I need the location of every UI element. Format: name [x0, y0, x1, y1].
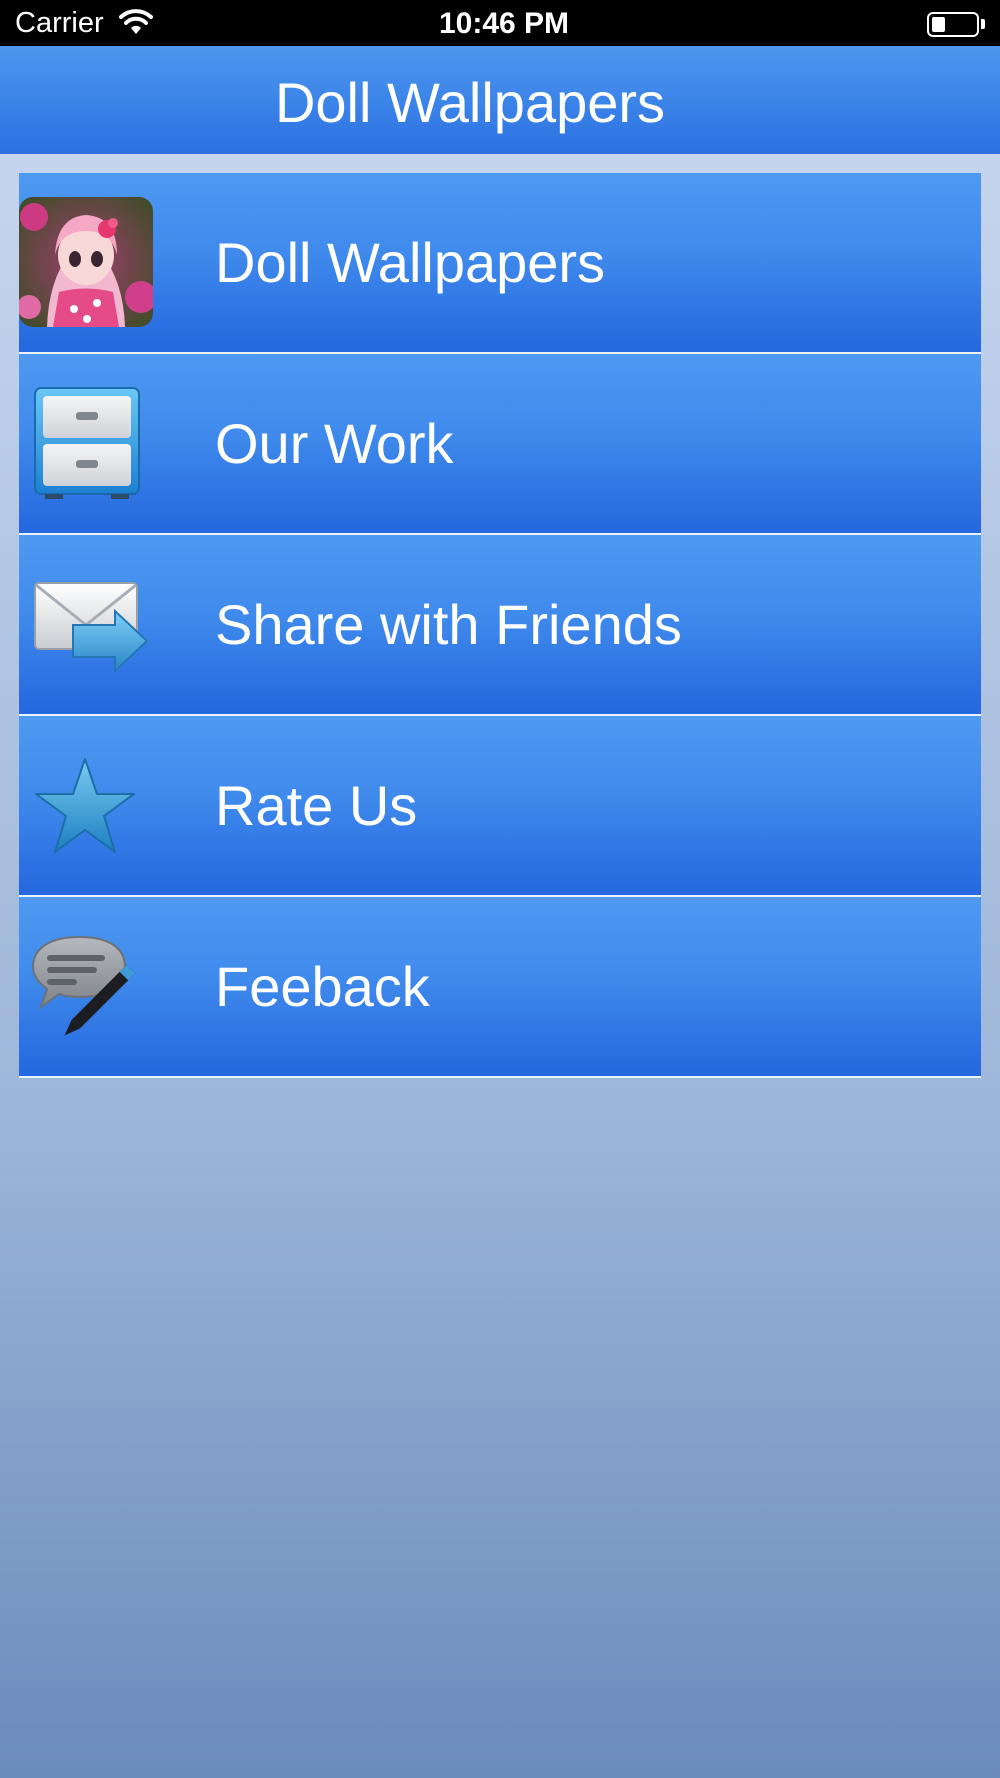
clock: 10:46 PM — [438, 7, 570, 40]
star-icon — [19, 716, 159, 895]
menu-item-feeback[interactable]: Feeback — [19, 897, 981, 1078]
menu-item-label: Our Work — [215, 412, 454, 475]
doll-photo-icon — [19, 173, 159, 352]
status-bar: Carrier 10:46 PM — [0, 0, 1000, 46]
file-cabinet-icon — [19, 354, 159, 533]
menu-item-doll-wallpapers[interactable]: Doll Wallpapers — [19, 173, 981, 354]
menu-item-rate-us[interactable]: Rate Us — [19, 716, 981, 897]
menu-item-label: Feeback — [215, 955, 430, 1018]
mail-share-icon — [19, 535, 159, 714]
navigation-bar: Doll Wallpapers — [0, 46, 1000, 154]
menu-item-label: Share with Friends — [215, 593, 682, 656]
battery-tip — [981, 19, 985, 29]
menu-list: Doll Wallpapers Our Work Share with Frie… — [19, 173, 981, 1078]
menu-item-share-with-friends[interactable]: Share with Friends — [19, 535, 981, 716]
speech-bubble-pencil-icon — [19, 897, 159, 1076]
page-title: Doll Wallpapers — [274, 71, 666, 134]
menu-item-label: Rate Us — [215, 774, 418, 837]
battery-icon — [927, 12, 979, 37]
menu-item-our-work[interactable]: Our Work — [19, 354, 981, 535]
menu-item-label: Doll Wallpapers — [215, 231, 606, 294]
